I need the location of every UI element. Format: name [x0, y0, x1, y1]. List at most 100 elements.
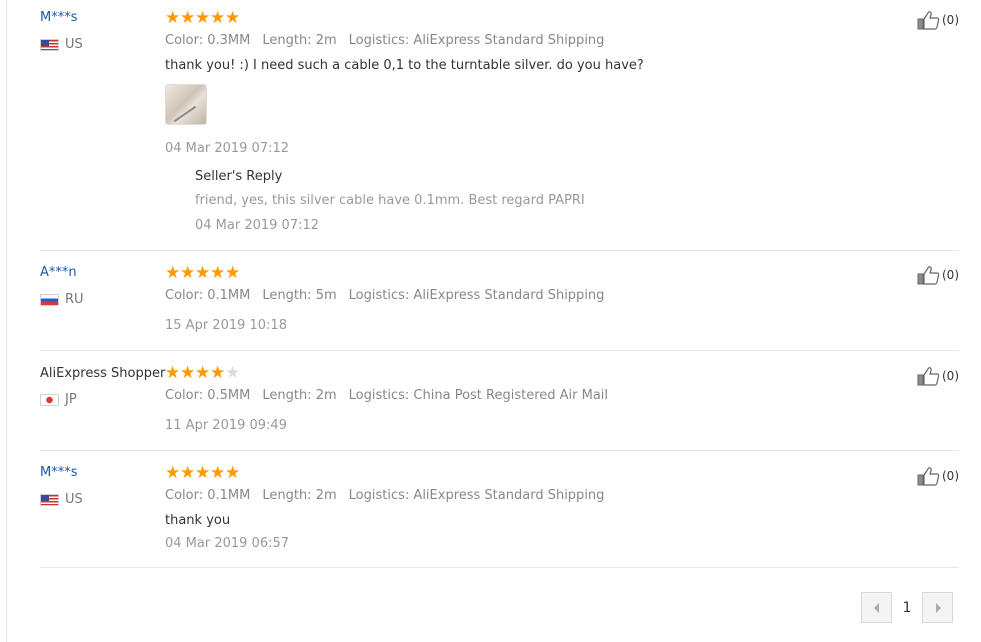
color-value: 0.3MM [207, 33, 251, 48]
star-icon: ★ [165, 263, 181, 283]
country-code: RU [65, 292, 84, 307]
chevron-left-icon [873, 602, 879, 613]
length-label: Length: [262, 388, 312, 403]
reviewer-country: RU [40, 292, 84, 307]
review-divider [40, 250, 959, 251]
star-icon: ★ [180, 263, 196, 283]
star-icon: ★ [165, 463, 181, 483]
current-page-number[interactable]: 1 [892, 600, 922, 616]
review-divider [40, 350, 959, 351]
logistics-value: AliExpress Standard Shipping [413, 288, 605, 303]
review-text: thank you [165, 513, 231, 528]
review-date: 04 Mar 2019 06:57 [165, 536, 290, 551]
logistics-label: Logistics: [348, 288, 410, 303]
color-label: Color: [165, 288, 204, 303]
star-icon: ★ [225, 8, 241, 28]
color-label: Color: [165, 388, 204, 403]
review-date: 11 Apr 2019 09:49 [165, 418, 287, 433]
length-label: Length: [262, 488, 312, 503]
thumbs-up-icon [917, 367, 940, 386]
next-page-button[interactable] [922, 592, 953, 623]
logistics-label: Logistics: [348, 388, 410, 403]
star-icon: ★ [210, 363, 226, 383]
star-icon: ★ [210, 263, 226, 283]
seller-reply-date: 04 Mar 2019 07:12 [195, 218, 320, 233]
seller-reply-title: Seller's Reply [195, 169, 283, 184]
star-icon: ★ [195, 363, 211, 383]
logistics-value: AliExpress Standard Shipping [413, 33, 605, 48]
star-icon: ★ [180, 463, 196, 483]
us-flag-icon [40, 493, 59, 506]
color-value: 0.5MM [207, 388, 251, 403]
product-attributes: Color: 0.3MM Length: 2m Logistics: AliExpr… [165, 33, 604, 48]
like-button[interactable]: (0) [917, 10, 959, 30]
country-code: US [65, 37, 83, 52]
length-label: Length: [262, 288, 312, 303]
star-empty-icon: ★ [225, 363, 241, 383]
jp-flag-icon [40, 393, 59, 406]
seller-reply-text: friend, yes, this silver cable have 0.1m… [195, 193, 585, 208]
thumbs-up-icon [917, 11, 940, 30]
reviewer-name[interactable]: M***s [40, 465, 78, 480]
review-photo-thumbnail[interactable] [165, 84, 207, 125]
logistics-value: China Post Registered Air Mail [413, 388, 609, 403]
review-date: 15 Apr 2019 10:18 [165, 318, 287, 333]
star-icon: ★ [180, 8, 196, 28]
us-flag-icon [40, 38, 59, 51]
star-icon: ★ [195, 463, 211, 483]
like-button[interactable]: (0) [917, 466, 959, 486]
color-label: Color: [165, 33, 204, 48]
star-icon: ★ [210, 8, 226, 28]
like-button[interactable]: (0) [917, 366, 959, 386]
like-count: (0) [942, 469, 959, 483]
product-attributes: Color: 0.1MM Length: 5m Logistics: AliExpr… [165, 288, 604, 303]
review-divider [40, 567, 959, 568]
like-count: (0) [942, 13, 959, 27]
length-label: Length: [262, 33, 312, 48]
star-rating: ★ ★ ★ ★ ★ [165, 463, 241, 483]
review-date: 04 Mar 2019 07:12 [165, 141, 290, 156]
like-count: (0) [942, 268, 959, 282]
like-count: (0) [942, 369, 959, 383]
color-value: 0.1MM [207, 488, 251, 503]
star-rating: ★ ★ ★ ★ ★ [165, 8, 241, 28]
star-icon: ★ [165, 363, 181, 383]
previous-page-button[interactable] [861, 592, 892, 623]
color-label: Color: [165, 488, 204, 503]
star-icon: ★ [210, 463, 226, 483]
length-value: 2m [315, 488, 337, 503]
product-attributes: Color: 0.1MM Length: 2m Logistics: AliExpr… [165, 488, 604, 503]
length-value: 2m [315, 33, 337, 48]
reviewer-country: JP [40, 392, 77, 407]
star-rating: ★ ★ ★ ★ ★ [165, 363, 241, 383]
length-value: 5m [315, 288, 337, 303]
reviewer-country: US [40, 492, 83, 507]
chevron-right-icon [935, 602, 941, 613]
logistics-value: AliExpress Standard Shipping [413, 488, 605, 503]
country-code: US [65, 492, 83, 507]
length-value: 2m [315, 388, 337, 403]
thumbs-up-icon [917, 266, 940, 285]
ru-flag-icon [40, 293, 59, 306]
review-text: thank you! :) I need such a cable 0,1 to… [165, 58, 644, 73]
star-icon: ★ [225, 263, 241, 283]
page-left-border [6, 0, 7, 642]
star-icon: ★ [165, 8, 181, 28]
product-attributes: Color: 0.5MM Length: 2m Logistics: China P… [165, 388, 608, 403]
like-button[interactable]: (0) [917, 265, 959, 285]
thumbs-up-icon [917, 467, 940, 486]
review-divider [40, 450, 959, 451]
pagination: 1 [861, 592, 953, 623]
star-icon: ★ [195, 8, 211, 28]
star-icon: ★ [180, 363, 196, 383]
logistics-label: Logistics: [348, 33, 410, 48]
star-rating: ★ ★ ★ ★ ★ [165, 263, 241, 283]
reviewer-name[interactable]: A***n [40, 265, 77, 280]
country-code: JP [65, 392, 77, 407]
color-value: 0.1MM [207, 288, 251, 303]
reviewer-name[interactable]: M***s [40, 10, 78, 25]
star-icon: ★ [225, 463, 241, 483]
reviewer-country: US [40, 37, 83, 52]
reviewer-name: AliExpress Shopper [40, 366, 166, 381]
star-icon: ★ [195, 263, 211, 283]
